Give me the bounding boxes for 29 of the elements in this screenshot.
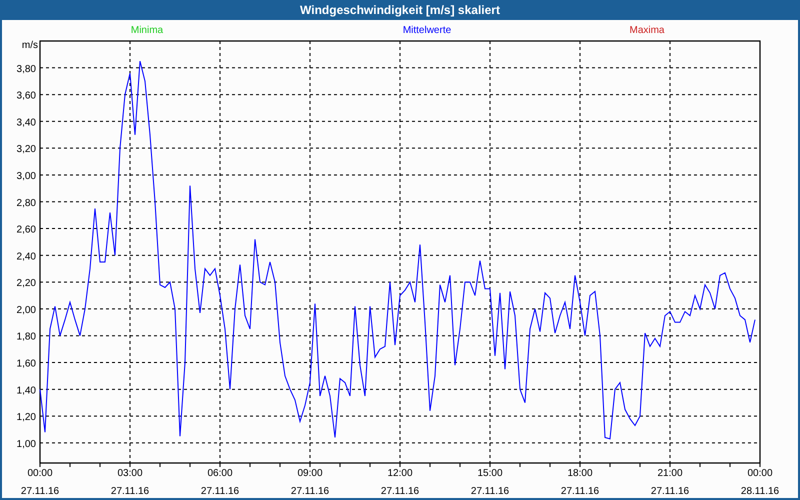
x-axis-label: 12:00 27.11.16 [380,468,420,497]
y-axis-label: 3,80 [16,64,36,75]
legend-label: Minima [130,25,164,36]
axis-title: m/s [22,40,38,51]
x-axis-label: 15:00 27.11.16 [470,468,510,497]
legend-label: Maxima [630,25,664,36]
y-axis-label: 2,00 [16,304,36,316]
y-axis-label: 3,00 [16,170,36,182]
y-axis-label: 2,60 [16,224,36,236]
y-axis-label: 3,60 [16,90,36,102]
y-axis-label: 2,20 [16,278,36,290]
x-axis-label: 18:00 27.11.16 [560,468,600,497]
x-axis-label: 06:00 27.11.16 [200,468,240,497]
x-axis-label: 21:00 27.11.16 [650,468,690,497]
window-title: Windgeschwindigkeit [m/s] skaliert [299,2,501,19]
y-axis-label: 1,60 [16,358,36,370]
y-axis-label: 1,00 [16,438,36,450]
x-axis-label: 09:00 27.11.16 [290,468,330,497]
y-axis-label: 2,80 [16,198,36,209]
y-axis-label: 3,40 [16,117,36,128]
y-axis-label: 1,40 [16,385,36,396]
x-axis-label: 03:00 27.11.16 [110,468,150,497]
x-axis-label: 00:00 27.11.16 [20,468,60,497]
legend-label: Mittelwerte [402,25,452,36]
y-axis-label: 1,20 [16,412,36,424]
y-axis-label: 2,40 [16,251,36,262]
y-axis-label: 1,80 [16,332,36,343]
x-axis-label: 00:00 28.11.16 [740,468,780,497]
y-axis-label: 3,20 [16,144,36,156]
